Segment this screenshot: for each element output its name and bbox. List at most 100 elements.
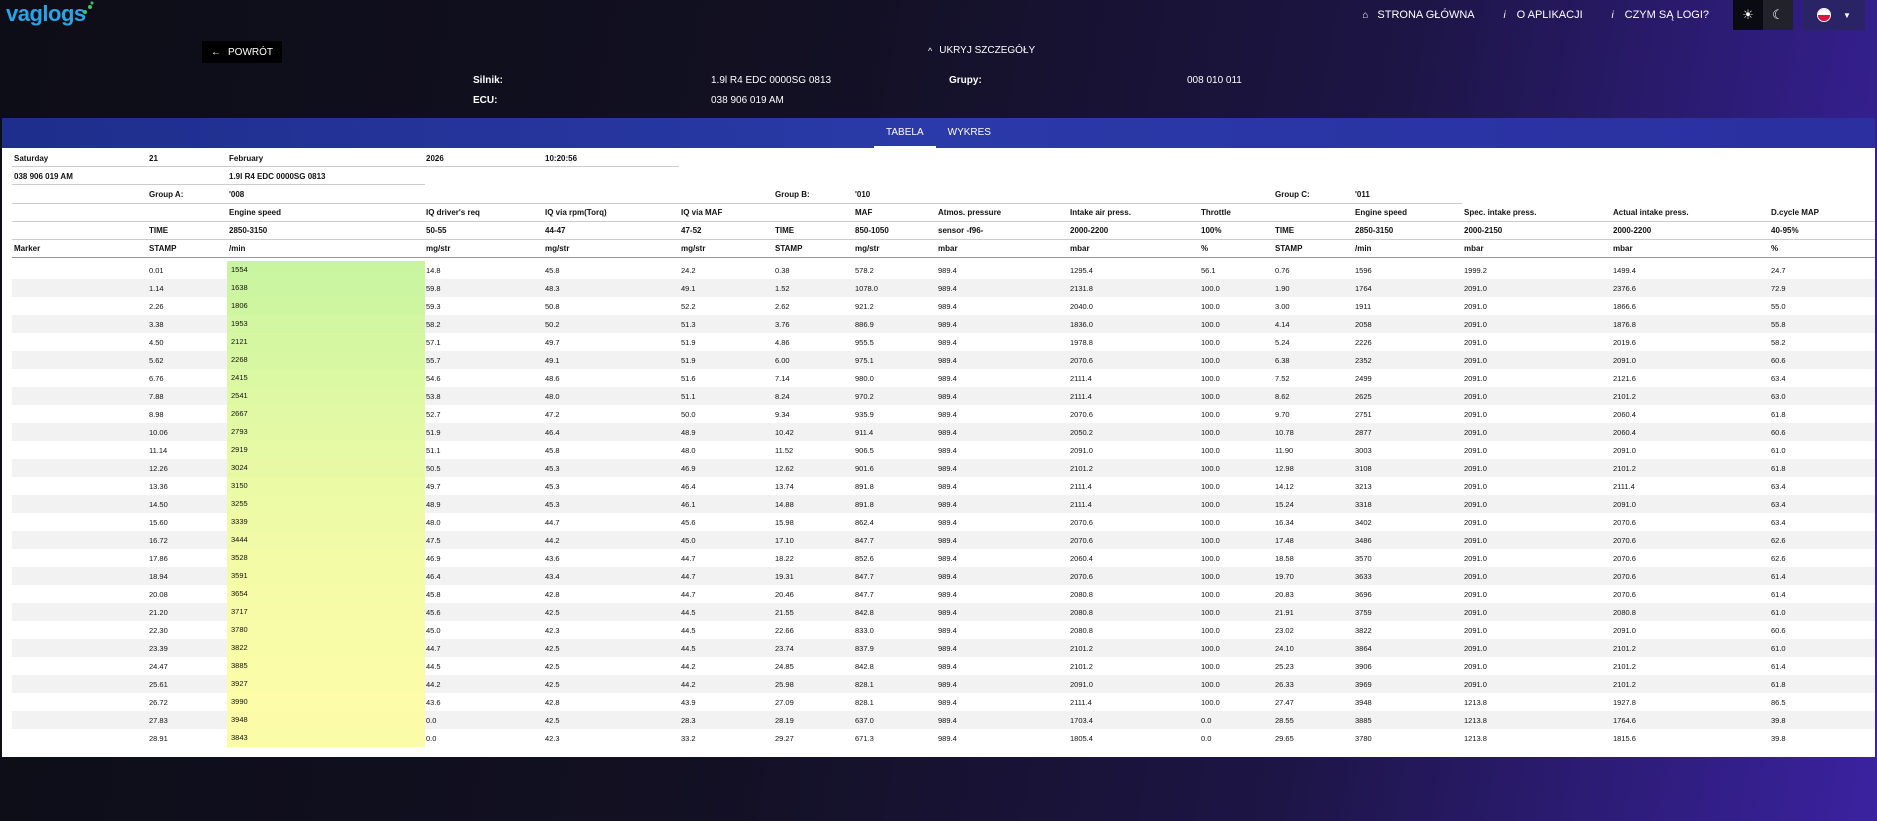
table-cell: 2091.0 <box>1464 320 1487 329</box>
table-cell: 2070.6 <box>1613 590 1636 599</box>
table-cell: 3.76 <box>775 320 790 329</box>
table-row: 2.26 1806 59.3 50.8 52.2 2.62 921.2 989.4 2040.0… <box>12 297 1875 315</box>
table-cell: 15.98 <box>775 518 794 527</box>
column-header-name: D.cycle MAP <box>1771 208 1820 217</box>
column-header-unit: STAMP <box>149 244 177 253</box>
table-cell: 43.6 <box>426 698 441 707</box>
table-row: 8.98 2667 52.7 47.2 50.0 9.34 935.9 989.4 2070.6… <box>12 405 1875 423</box>
table-cell: 989.4 <box>938 590 957 599</box>
column-header-name: Engine speed <box>229 208 282 217</box>
table-cell: 100.0 <box>1201 554 1220 563</box>
table-cell: 10.78 <box>1275 428 1294 437</box>
top-bar: vaglogs ⌂ STRONA GŁÓWNA i O APLIKACJI i … <box>0 0 1877 30</box>
log-date: 21 <box>149 154 158 163</box>
table-cell: 5.62 <box>149 356 164 365</box>
table-cell: 45.8 <box>545 446 560 455</box>
table-cell: 55.0 <box>1771 302 1786 311</box>
table-cell: 989.4 <box>938 320 957 329</box>
table-cell: 2091.0 <box>1464 284 1487 293</box>
table-cell: 29.65 <box>1275 734 1294 743</box>
table-cell: 100.0 <box>1201 608 1220 617</box>
table-cell: 847.7 <box>855 572 874 581</box>
logo[interactable]: vaglogs <box>6 1 94 27</box>
table-cell: 19.31 <box>775 572 794 581</box>
table-cell: 54.6 <box>426 374 441 383</box>
table-cell: 2091.0 <box>1464 302 1487 311</box>
nav-home[interactable]: ⌂ STRONA GŁÓWNA <box>1359 9 1474 21</box>
table-row: 16.72 3444 47.5 44.2 45.0 17.10 847.7 989.4 2070… <box>12 531 1875 549</box>
hide-details-button[interactable]: ^ UKRYJ SZCZEGÓŁY <box>928 45 1035 56</box>
table-cell: 975.1 <box>855 356 874 365</box>
logo-text: vaglogs <box>6 1 86 26</box>
nav-about[interactable]: i O APLIKACJI <box>1499 9 1582 21</box>
table-cell: 62.6 <box>1771 554 1786 563</box>
table-cell: 847.7 <box>855 590 874 599</box>
table-cell: 833.0 <box>855 626 874 635</box>
table-cell: 2121.6 <box>1613 374 1636 383</box>
view-tabs: TABELA WYKRES <box>2 118 1875 148</box>
table-cell: 3822 <box>227 639 425 657</box>
table-cell: 989.4 <box>938 680 957 689</box>
arrow-left-icon: ← <box>211 46 221 58</box>
table-cell: 28.91 <box>149 734 168 743</box>
table-cell: 45.8 <box>545 266 560 275</box>
table-cell: 6.00 <box>775 356 790 365</box>
table-cell: 3633 <box>1355 572 1372 581</box>
table-cell: 3486 <box>1355 536 1372 545</box>
dark-mode-button[interactable]: ☾ <box>1763 0 1793 30</box>
table-cell: 2131.8 <box>1070 284 1093 293</box>
table-cell: 47.2 <box>545 410 560 419</box>
column-header-unit: mbar <box>1464 244 1484 253</box>
column-header-spec: 2000-2200 <box>1613 226 1652 235</box>
table-cell: 45.0 <box>681 536 696 545</box>
table-cell: 2101.2 <box>1070 644 1093 653</box>
language-select[interactable]: ▼ <box>1803 0 1865 30</box>
table-cell: 100.0 <box>1201 482 1220 491</box>
table-cell: 60.6 <box>1771 626 1786 635</box>
table-cell: 53.8 <box>426 392 441 401</box>
table-cell: 61.4 <box>1771 572 1786 581</box>
table-cell: 2111.4 <box>1070 482 1092 491</box>
table-row: 11.14 2919 51.1 45.8 48.0 11.52 906.5 989.4 2091… <box>12 441 1875 459</box>
table-cell: 45.6 <box>426 608 441 617</box>
table-cell: 970.2 <box>855 392 874 401</box>
table-cell: 100.0 <box>1201 410 1220 419</box>
table-cell: 19.70 <box>1275 572 1294 581</box>
ecu-label: ECU: <box>473 95 498 106</box>
tab-chart[interactable]: WYKRES <box>936 118 1003 148</box>
table-cell: 44.2 <box>545 536 560 545</box>
table-cell: 989.4 <box>938 644 957 653</box>
sun-icon: ☀ <box>1742 7 1754 22</box>
light-mode-button[interactable]: ☀ <box>1733 0 1763 30</box>
column-header-spec: 2000-2150 <box>1464 226 1503 235</box>
table-cell: 2101.2 <box>1613 464 1636 473</box>
table-row: 7.88 2541 53.8 48.0 51.1 8.24 970.2 989.4 2111.4… <box>12 387 1875 405</box>
table-cell: 100.0 <box>1201 284 1220 293</box>
table-cell: 2415 <box>227 369 425 387</box>
table-cell: 989.4 <box>938 446 957 455</box>
nav-what-logs[interactable]: i CZYM SĄ LOGI? <box>1607 9 1709 21</box>
table-cell: 100.0 <box>1201 626 1220 635</box>
table-cell: 3885 <box>227 657 425 675</box>
table-cell: 891.8 <box>855 482 874 491</box>
table-cell: 44.2 <box>426 680 441 689</box>
table-cell: 46.1 <box>681 500 696 509</box>
table-cell: 0.38 <box>775 266 790 275</box>
table-cell: 42.5 <box>545 662 560 671</box>
table-cell: 6.38 <box>1275 356 1290 365</box>
table-cell: 51.3 <box>681 320 696 329</box>
back-button[interactable]: ← POWRÓT <box>202 41 282 63</box>
table-cell: 1703.4 <box>1070 716 1093 725</box>
log-engine: 1.9l R4 EDC 0000SG 0813 <box>229 172 326 181</box>
table-cell: 48.6 <box>545 374 560 383</box>
table-cell: 3654 <box>227 585 425 603</box>
table-cell: 61.8 <box>1771 464 1786 473</box>
engine-value: 1.9l R4 EDC 0000SG 0813 <box>711 75 832 86</box>
table-cell: 7.14 <box>775 374 790 383</box>
table-cell: 14.50 <box>149 500 168 509</box>
column-header-spec: 100% <box>1201 226 1222 235</box>
table-cell: 2091.0 <box>1464 446 1487 455</box>
table-cell: 44.2 <box>681 680 696 689</box>
tab-table[interactable]: TABELA <box>874 118 936 148</box>
table-cell: 20.08 <box>149 590 168 599</box>
